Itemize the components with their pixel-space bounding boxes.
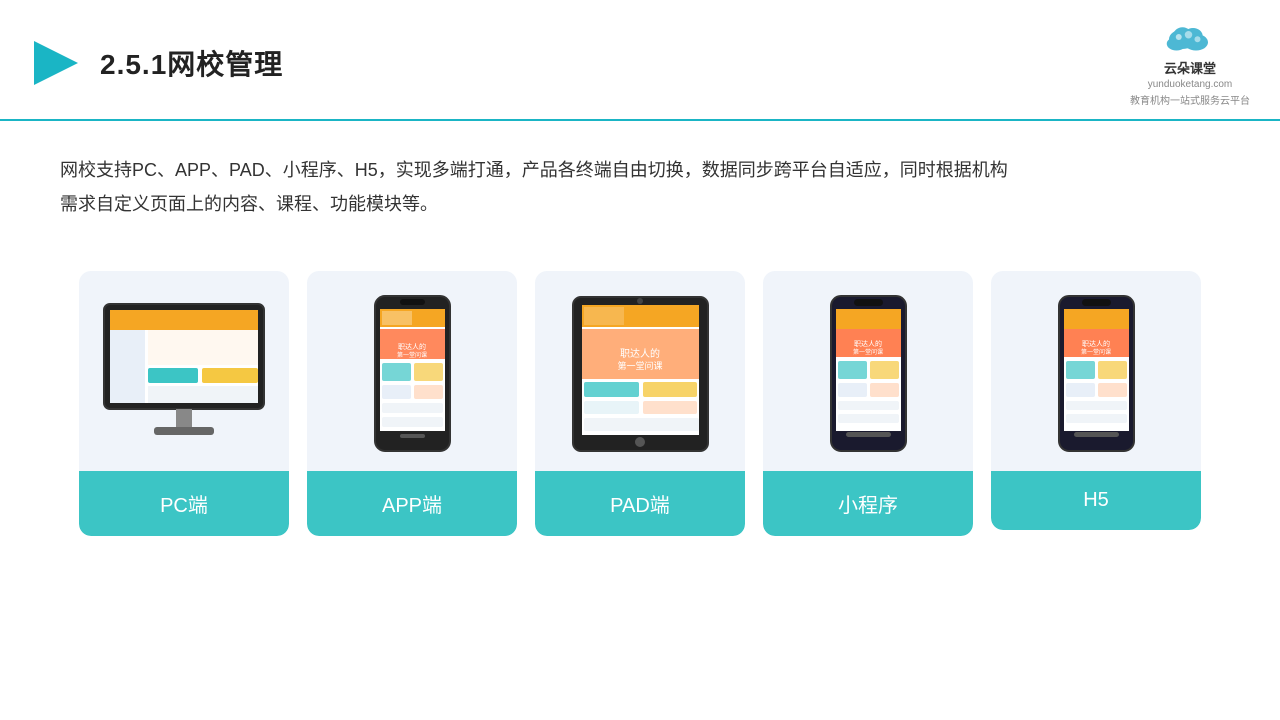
card-miniprogram-image: 职达人的 第一堂问课 bbox=[763, 271, 973, 471]
svg-text:职达人的: 职达人的 bbox=[398, 342, 426, 351]
description: 网校支持PC、APP、PAD、小程序、H5，实现多端打通，产品各终端自由切换，数… bbox=[0, 121, 1280, 231]
header: 2.5.1网校管理 云朵课堂 yunduoketang.com 教育机构一站式服… bbox=[0, 0, 1280, 121]
card-pc-label: PC端 bbox=[79, 471, 289, 536]
svg-text:职达人的: 职达人的 bbox=[620, 347, 660, 360]
card-pad-image: 职达人的 第一堂问课 bbox=[535, 271, 745, 471]
logo-icon bbox=[1160, 18, 1220, 56]
svg-text:职达人的: 职达人的 bbox=[854, 339, 882, 348]
svg-text:第一堂问课: 第一堂问课 bbox=[396, 351, 426, 359]
header-left: 2.5.1网校管理 bbox=[30, 37, 283, 89]
card-app-image: 职达人的 第一堂问课 bbox=[307, 271, 517, 471]
description-text: 网校支持PC、APP、PAD、小程序、H5，实现多端打通，产品各终端自由切换，数… bbox=[60, 153, 1220, 221]
logo-tagline: 教育机构一站式服务云平台 bbox=[1130, 92, 1250, 107]
card-pad: 职达人的 第一堂问课 PAD端 bbox=[535, 271, 745, 536]
svg-text:第一堂问课: 第一堂问课 bbox=[852, 348, 882, 356]
h5-phone-icon: 职达人的 第一堂问课 bbox=[1054, 291, 1139, 456]
card-pc-image bbox=[79, 271, 289, 471]
logo-url: yunduoketang.com bbox=[1148, 79, 1233, 90]
logo-name: 云朵课堂 bbox=[1164, 58, 1216, 77]
svg-text:第一堂问课: 第一堂问课 bbox=[617, 360, 662, 371]
card-pc: PC端 bbox=[79, 271, 289, 536]
pc-monitor-icon bbox=[94, 294, 274, 454]
card-app-label: APP端 bbox=[307, 471, 517, 536]
logo-area: 云朵课堂 yunduoketang.com 教育机构一站式服务云平台 bbox=[1130, 18, 1250, 107]
card-app: 职达人的 第一堂问课 APP端 bbox=[307, 271, 517, 536]
play-icon bbox=[30, 37, 82, 89]
card-h5-label: H5 bbox=[991, 471, 1201, 530]
page-title: 2.5.1网校管理 bbox=[100, 43, 283, 83]
card-pad-label: PAD端 bbox=[535, 471, 745, 536]
miniprogram-phone-icon: 职达人的 第一堂问课 bbox=[826, 291, 911, 456]
svg-text:第一堂问课: 第一堂问课 bbox=[1080, 348, 1110, 356]
card-miniprogram-label: 小程序 bbox=[763, 471, 973, 536]
cards-container: PC端 职达人的 第一堂问课 bbox=[0, 241, 1280, 566]
card-miniprogram: 职达人的 第一堂问课 小程序 bbox=[763, 271, 973, 536]
pad-tablet-icon: 职达人的 第一堂问课 bbox=[568, 289, 713, 459]
svg-text:职达人的: 职达人的 bbox=[1082, 339, 1110, 348]
app-phone-icon: 职达人的 第一堂问课 bbox=[370, 291, 455, 456]
card-h5: 职达人的 第一堂问课 H5 bbox=[991, 271, 1201, 530]
card-h5-image: 职达人的 第一堂问课 bbox=[991, 271, 1201, 471]
